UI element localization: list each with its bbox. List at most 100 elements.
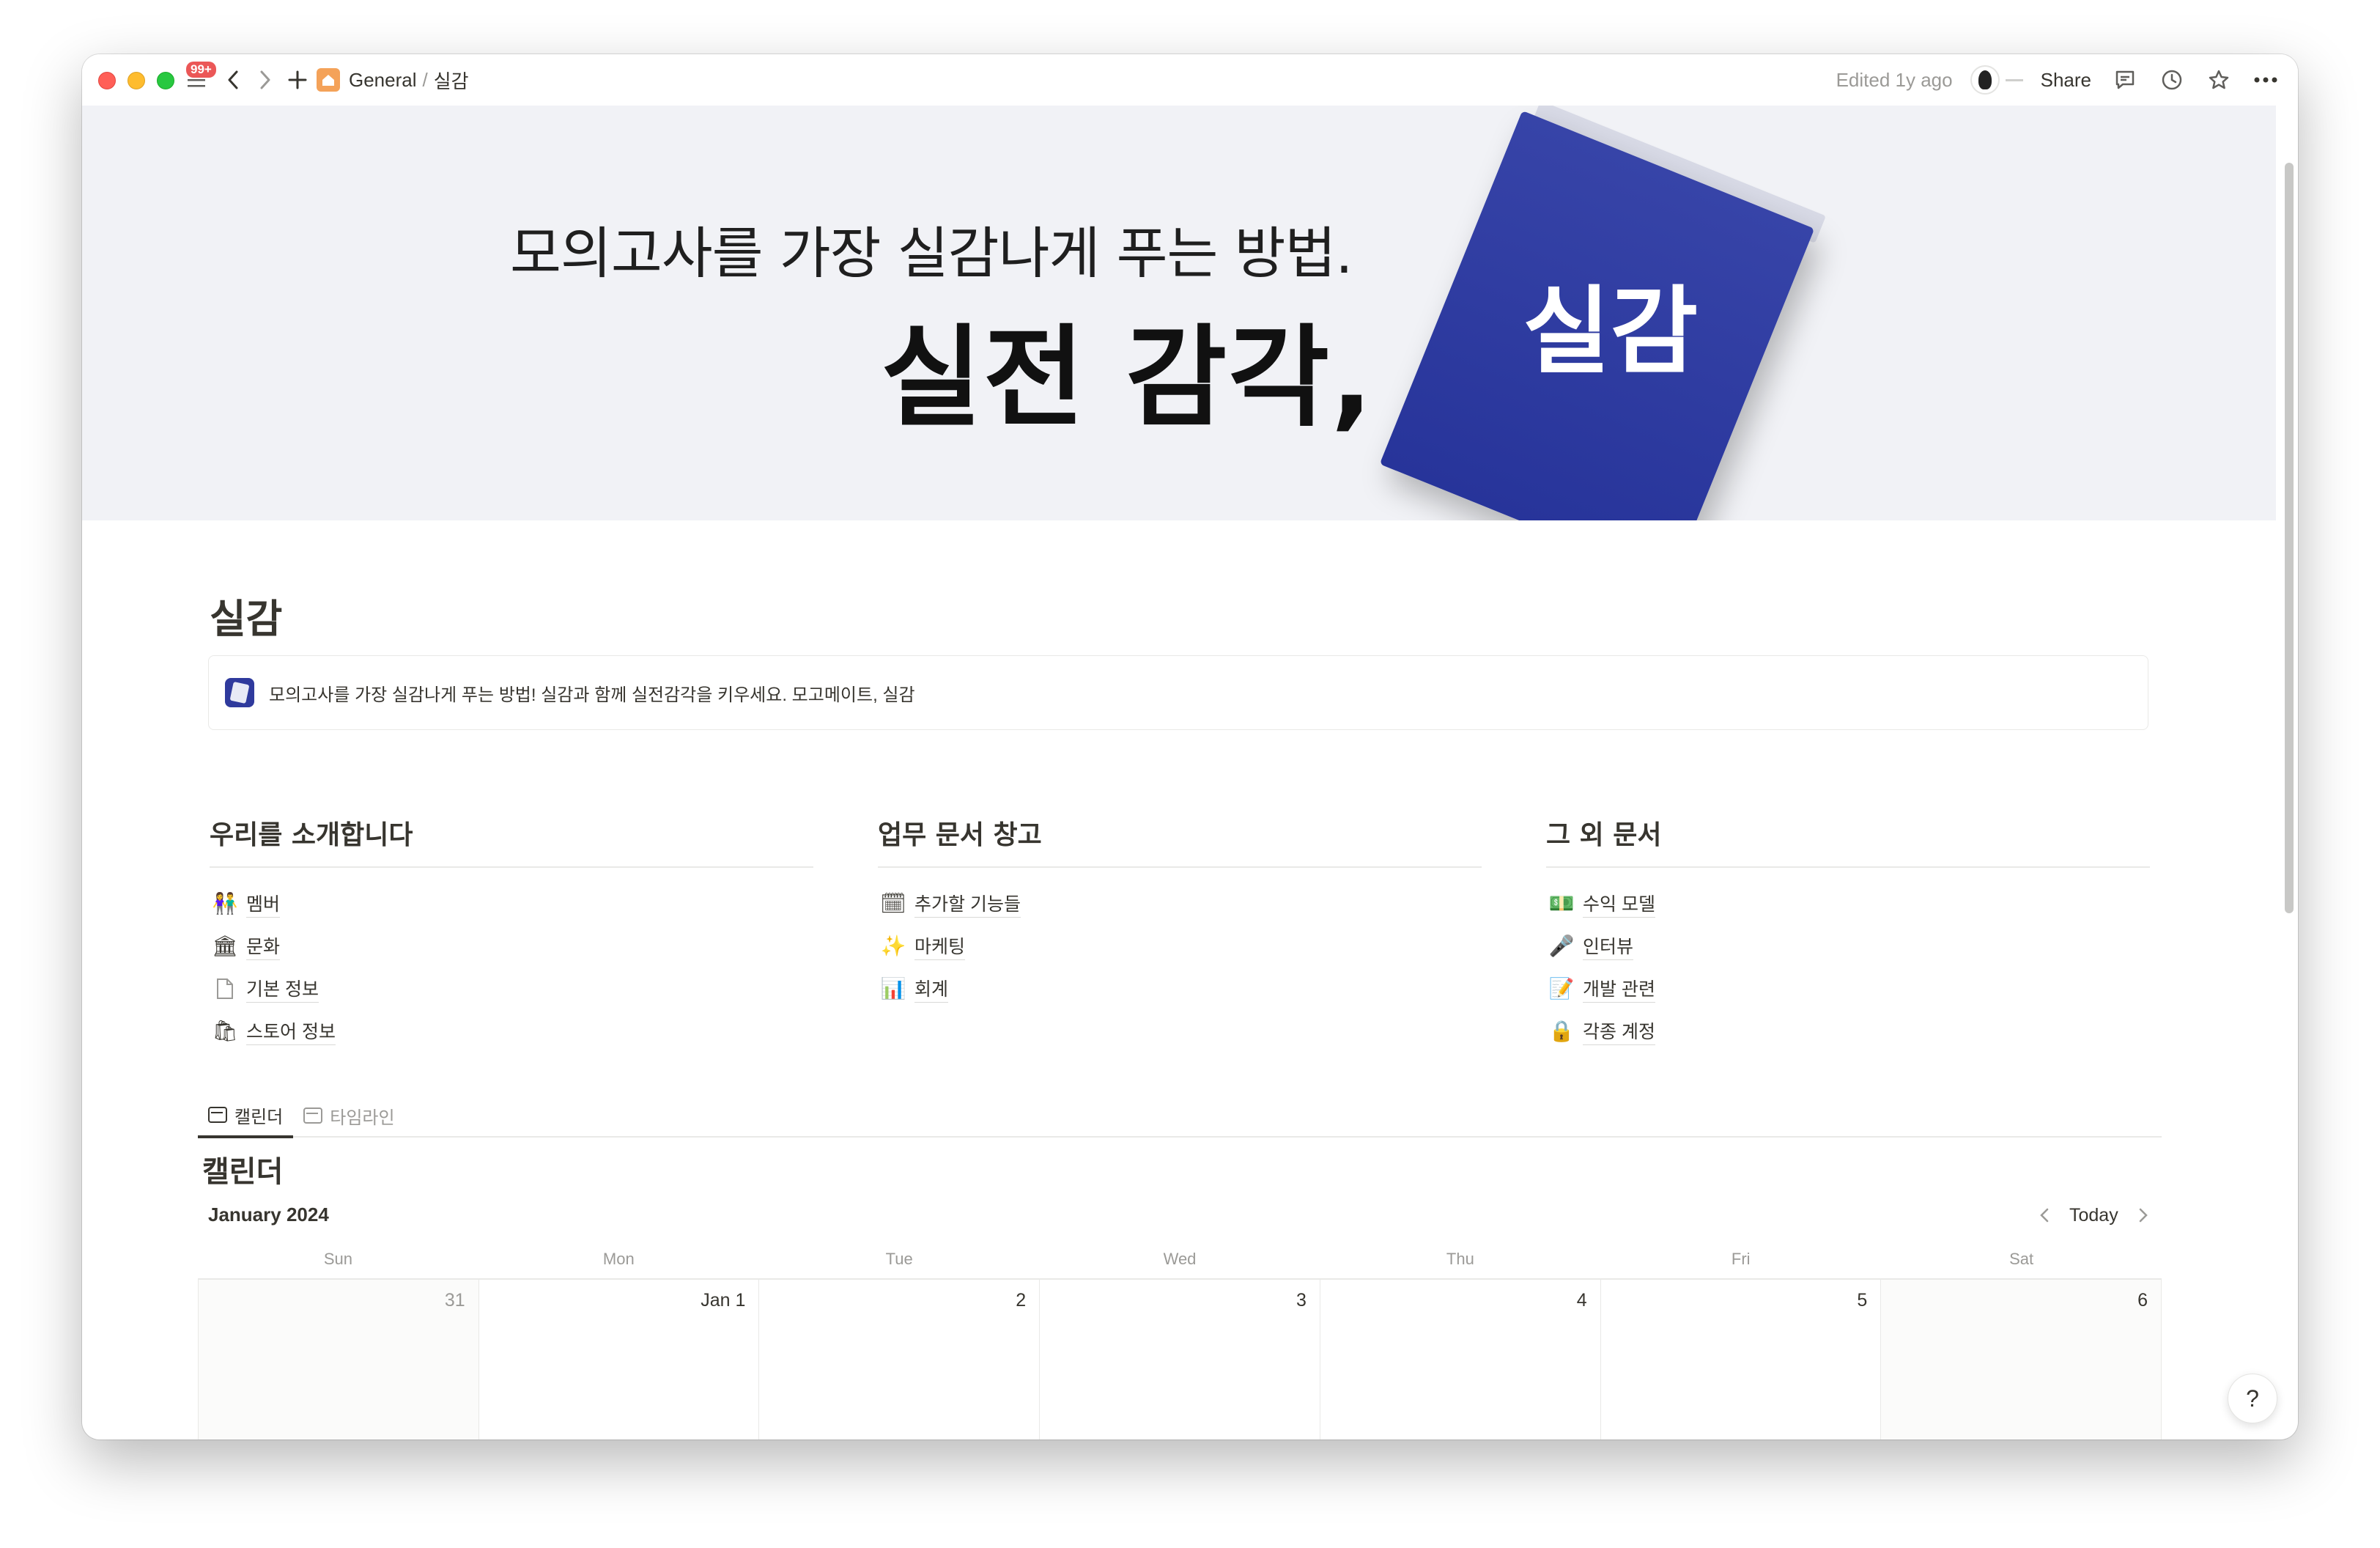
weekday-label: Mon (602, 1250, 635, 1268)
calendar-day[interactable]: 31 (198, 1280, 478, 1440)
notification-badge: 99+ (186, 62, 216, 78)
page-link-label[interactable]: 마케팅 (914, 932, 966, 960)
tab-label: 타임라인 (330, 1107, 395, 1128)
calendar-week: 31 Jan 1 2 3 4 5 6 (198, 1280, 2162, 1440)
share-button[interactable]: Share (2041, 69, 2091, 92)
people-icon: 👫 (212, 892, 238, 915)
app-window: 99+ General / 실감 Edited 1y ago Share 모의고… (82, 54, 2298, 1440)
scrollbar-thumb[interactable] (2285, 163, 2294, 913)
page-icon (212, 976, 237, 1001)
weekday-label: Sun (323, 1250, 352, 1268)
avatar[interactable] (1970, 65, 2000, 95)
page-link-label[interactable]: 기본 정보 (246, 975, 319, 1003)
page-link-label[interactable]: 멤버 (246, 890, 281, 918)
title-bar: 99+ General / 실감 Edited 1y ago Share (82, 54, 2298, 106)
tab-label: 캘린더 (234, 1107, 284, 1127)
memo-icon: 📝 (1548, 977, 1575, 1000)
weekday-header: Sun Mon Tue Wed Thu Fri Sat (198, 1239, 2162, 1280)
timeline-view-icon (303, 1107, 323, 1124)
callout-text[interactable]: 모의고사를 가장 실감나게 푸는 방법! 실감과 함께 실전감각을 키우세요. … (269, 680, 915, 706)
calendar-view-icon (208, 1107, 227, 1123)
edited-timestamp: Edited 1y ago (1836, 68, 1953, 91)
day-number: 3 (1296, 1290, 1307, 1311)
page-link-members[interactable]: 👫 멤버 (210, 882, 813, 925)
history-clock-icon[interactable] (2157, 65, 2187, 95)
today-button[interactable]: Today (2058, 1205, 2130, 1226)
scrollbar[interactable] (2285, 110, 2295, 1440)
column-other-docs: 그 외 문서 💵 수익 모델 🎤 인터뷰 📝 개발 관련 🔒 각종 계정 (1546, 814, 2150, 1053)
page-link-marketing[interactable]: ✨ 마케팅 (878, 925, 1482, 968)
calendar-day[interactable]: 5 (1600, 1280, 1881, 1440)
more-options-icon[interactable] (2251, 65, 2280, 95)
breadcrumb: General / 실감 (317, 64, 469, 95)
page-link-label[interactable]: 수익 모델 (1583, 890, 1655, 918)
day-number: Jan 1 (701, 1290, 746, 1311)
tab-calendar[interactable]: 캘린더 (198, 1094, 294, 1138)
money-icon: 💵 (1548, 892, 1575, 915)
favorite-star-icon[interactable] (2204, 65, 2233, 95)
page-title[interactable]: 실감 (210, 586, 282, 644)
help-button[interactable]: ? (2228, 1374, 2277, 1423)
calendar-navigation: Today (2031, 1201, 2157, 1230)
page-link-culture[interactable]: 🏛 문화 (210, 925, 813, 968)
page-link-store-info[interactable]: 🛍 스토어 정보 (210, 1010, 813, 1053)
page-link-interview[interactable]: 🎤 인터뷰 (1546, 925, 2150, 968)
calendar-icon: 🗓 (880, 892, 906, 915)
page-link-label[interactable]: 문화 (246, 932, 281, 960)
book-icon (225, 678, 254, 707)
breadcrumb-workspace[interactable]: General (349, 69, 417, 92)
column-about-us: 우리를 소개합니다 👫 멤버 🏛 문화 기본 정보 🛍 스토어 정보 (210, 814, 813, 1053)
day-number: 4 (1576, 1290, 1587, 1311)
calendar-day[interactable]: 3 (1039, 1280, 1320, 1440)
page-link-label[interactable]: 추가할 기능들 (914, 890, 1021, 918)
cover-image[interactable]: 모의고사를 가장 실감나게 푸는 방법. 실전 감각, 실감 (82, 106, 2276, 520)
page-link-label[interactable]: 각종 계정 (1583, 1017, 1655, 1045)
weekday-label: Thu (1446, 1250, 1474, 1268)
book-illustration: 실감 (1379, 106, 1826, 520)
back-arrow-icon[interactable] (220, 64, 246, 95)
comments-icon[interactable] (2110, 65, 2140, 95)
lock-icon: 🔒 (1548, 1020, 1575, 1042)
tab-timeline[interactable]: 타임라인 (293, 1094, 404, 1137)
page-link-basic-info[interactable]: 기본 정보 (210, 968, 813, 1010)
avatar-divider (2005, 78, 2023, 81)
shopping-bags-icon: 🛍 (212, 1020, 238, 1042)
calendar-day[interactable]: 2 (758, 1280, 1039, 1440)
bar-chart-icon: 📊 (880, 977, 906, 1000)
column-heading: 업무 문서 창고 (878, 814, 1482, 868)
page-link-accounts[interactable]: 🔒 각종 계정 (1546, 1010, 2150, 1053)
calendar-day[interactable]: Jan 1 (478, 1280, 759, 1440)
page-link-label[interactable]: 개발 관련 (1583, 975, 1655, 1003)
database-title[interactable]: 캘린더 (202, 1148, 283, 1190)
day-number: 2 (1016, 1290, 1027, 1311)
book-title: 실감 (1523, 276, 1699, 388)
breadcrumb-separator: / (422, 68, 428, 91)
page-link-label[interactable]: 회계 (914, 975, 949, 1003)
close-window-button[interactable] (98, 72, 116, 89)
weekday-label: Tue (885, 1250, 913, 1268)
breadcrumb-page[interactable]: 실감 (434, 67, 469, 94)
callout-block[interactable]: 모의고사를 가장 실감나게 푸는 방법! 실감과 함께 실전감각을 키우세요. … (208, 655, 2148, 730)
column-heading: 우리를 소개합니다 (210, 814, 813, 868)
zoom-window-button[interactable] (157, 72, 174, 89)
page-link-accounting[interactable]: 📊 회계 (878, 968, 1482, 1010)
page-link-revenue-model[interactable]: 💵 수익 모델 (1546, 882, 2150, 925)
workspace-home-icon (317, 68, 340, 92)
page-link-features[interactable]: 🗓 추가할 기능들 (878, 882, 1482, 925)
day-number: 5 (1857, 1290, 1868, 1311)
day-number: 31 (444, 1290, 465, 1311)
weekday-label: Sat (2009, 1250, 2034, 1268)
next-month-chevron-icon[interactable] (2130, 1201, 2157, 1230)
previous-month-chevron-icon[interactable] (2031, 1201, 2058, 1230)
page-link-label[interactable]: 인터뷰 (1583, 932, 1634, 960)
cover-tagline: 모의고사를 가장 실감나게 푸는 방법. (510, 221, 1353, 286)
page-link-development[interactable]: 📝 개발 관련 (1546, 968, 2150, 1010)
calendar-day[interactable]: 4 (1319, 1280, 1600, 1440)
new-page-plus-icon[interactable] (283, 64, 312, 95)
page-link-label[interactable]: 스토어 정보 (246, 1017, 336, 1045)
microphone-icon: 🎤 (1548, 935, 1575, 957)
minimize-window-button[interactable] (128, 72, 145, 89)
database-view-tabs: 캘린더 타임라인 (198, 1095, 2162, 1138)
forward-arrow-icon[interactable] (252, 64, 278, 95)
calendar-day[interactable]: 6 (1880, 1280, 2162, 1440)
